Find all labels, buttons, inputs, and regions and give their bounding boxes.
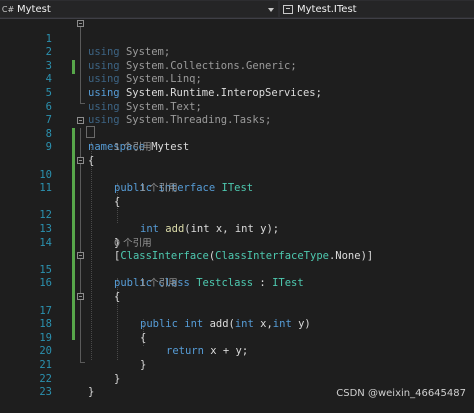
- code-line: 23: [0, 373, 474, 398]
- code-line: 13 }: [0, 209, 474, 249]
- code-line: 12 int add(int x, int y);: [0, 196, 474, 235]
- csharp-project-icon: C#: [1, 4, 15, 14]
- code-line: 11 {: [0, 169, 474, 208]
- code-line: 16 {: [0, 264, 474, 303]
- code-line: 3 using System.Linq;: [0, 46, 474, 86]
- member-dropdown[interactable]: Mytest.ITest: [280, 1, 474, 17]
- project-dropdown[interactable]: C# Mytest: [0, 1, 278, 17]
- document-tab-bar: C# Mytest Mytest.ITest: [0, 0, 474, 19]
- type-name: ITest: [221, 182, 254, 195]
- code-line: 2 using System.Collections.Generic;: [0, 33, 474, 72]
- code-line: 17 public int add(int x,int y): [0, 291, 474, 331]
- code-line: 21 }: [0, 345, 474, 385]
- code-editor[interactable]: 1 using System; 2 using System.Collectio…: [0, 19, 474, 403]
- line-number: 16: [39, 277, 52, 290]
- interface-icon: [283, 4, 293, 14]
- watermark: CSDN @weixin_46645487: [336, 388, 466, 399]
- type-name: Testclass: [196, 277, 254, 290]
- line-number: 14: [39, 236, 52, 249]
- colon: :: [253, 277, 273, 290]
- codelens-references[interactable]: 1 个引用: [140, 180, 178, 194]
- code-line: 18 {: [0, 305, 474, 344]
- code-line: 8 namespace Mytest: [0, 114, 474, 154]
- project-dropdown-label: Mytest: [17, 3, 51, 15]
- codelens-references[interactable]: 1 个引用: [114, 139, 152, 153]
- code-line: 1 using System;: [0, 19, 474, 59]
- line-number: 11: [39, 182, 52, 195]
- close-brace: }: [88, 386, 95, 399]
- code-line: 22 }: [0, 359, 474, 399]
- codelens-references[interactable]: 1 个引用: [140, 275, 178, 289]
- type-name: ITest: [272, 277, 304, 290]
- line-number: 9: [45, 141, 52, 154]
- namespace-name: Mytest: [151, 141, 190, 154]
- code-line: 20 }: [0, 332, 474, 371]
- line-number: 23: [39, 386, 52, 399]
- code-line: 7: [0, 101, 474, 126]
- code-line: 15 public class Testclass : ITest: [0, 250, 474, 290]
- code-line: 14 [ClassInterface(ClassInterfaceType.No…: [0, 223, 474, 263]
- code-line: 5 using System.Text;: [0, 73, 474, 113]
- chevron-down-icon[interactable]: [268, 8, 274, 12]
- code-line: 4 using System.Runtime.InteropServices;: [0, 60, 474, 99]
- code-line: 10 public interface ITest: [0, 155, 474, 195]
- code-line: 6 using System.Threading.Tasks;: [0, 87, 474, 127]
- code-line: 19 return x + y;: [0, 318, 474, 358]
- code-line: 9 {: [0, 128, 474, 167]
- codelens-references[interactable]: 0 个引用: [114, 235, 152, 249]
- member-dropdown-label: Mytest.ITest: [297, 3, 357, 15]
